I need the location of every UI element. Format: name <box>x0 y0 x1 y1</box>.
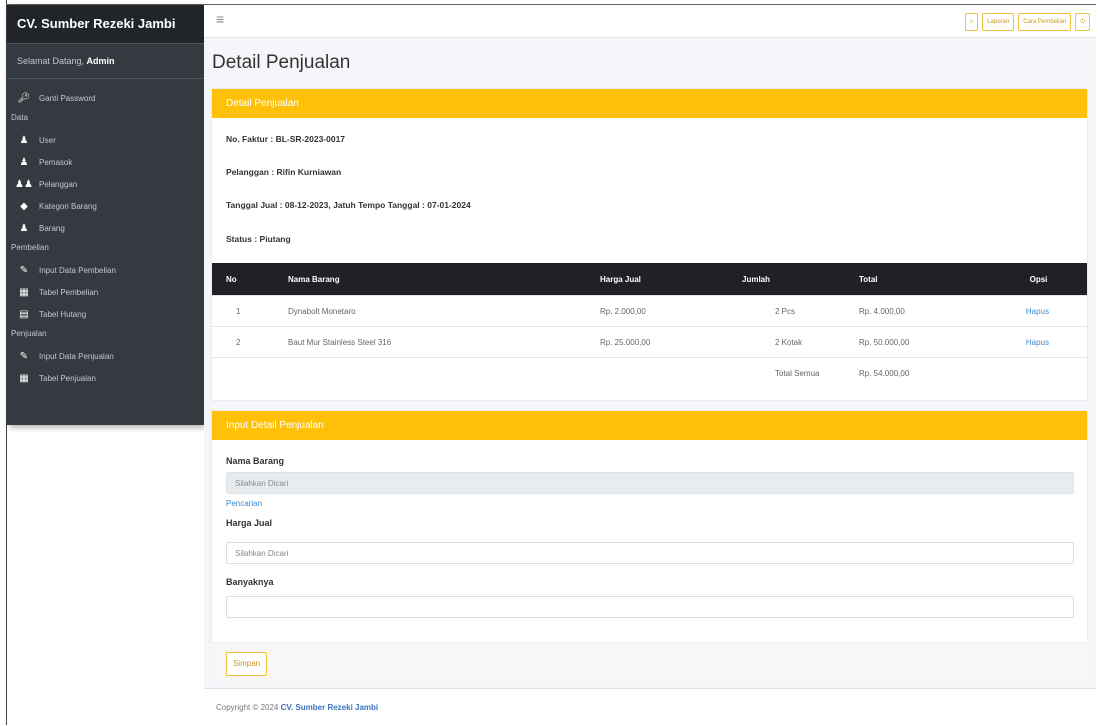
col-nama-barang: Nama Barang <box>287 263 599 296</box>
home-button[interactable]: ⌂ <box>964 13 979 31</box>
sidebar-item-label: Input Data Pembelian <box>39 265 116 275</box>
sidebar-item-label: Kategori Barang <box>39 201 97 211</box>
hapus-link[interactable]: Hapus <box>1026 338 1049 347</box>
welcome-prefix: Selamat Datang, <box>17 56 87 66</box>
pen-icon: ✎ <box>19 350 29 362</box>
table-row: 1 Dynabolt Monetaro Rp. 2.000,00 2 Pcs R… <box>212 295 1087 327</box>
sidebar-item-tabel-penjualan[interactable]: ▦ Tabel Penjualan <box>7 367 204 389</box>
col-no: No <box>212 263 287 296</box>
tag-icon: ◆ <box>20 200 28 212</box>
sidebar-item-kategori-barang[interactable]: ◆ Kategori Barang <box>7 195 204 217</box>
nama-barang-label: Nama Barang <box>226 456 285 466</box>
save-button[interactable]: Simpan <box>226 652 268 676</box>
banyaknya-label: Banyaknya <box>226 577 274 587</box>
page-title: Detail Penjualan <box>212 52 351 73</box>
table-total-row: Total Semua Rp. 54.000,00 <box>212 357 1087 388</box>
copyright-prefix: Copyright © 2024 <box>216 703 281 712</box>
sidebar-item-input-penjualan[interactable]: ✎ Input Data Penjualan <box>7 345 204 367</box>
total-value: Rp. 54.000,00 <box>858 357 990 388</box>
detail-card: Detail Penjualan No. Faktur : BL-SR-2023… <box>212 89 1087 400</box>
welcome-text: Selamat Datang, Admin <box>7 44 204 79</box>
laporan-button[interactable]: Laporan <box>982 13 1015 31</box>
sidebar-item-barang[interactable]: ♟ Barang <box>7 217 204 239</box>
sidebar-item-label: Tabel Penjualan <box>39 373 96 383</box>
users-icon: ♟ <box>19 222 29 234</box>
input-card: Input Detail Penjualan Nama Barang Silah… <box>212 411 1087 642</box>
sidebar-item-user[interactable]: ♟ User <box>7 129 204 151</box>
table-header-row: No Nama Barang Harga Jual Jumlah Total O… <box>212 263 1087 296</box>
sidebar-item-pemasok[interactable]: ♟ Pemasok <box>7 151 204 173</box>
cell-nama: Baut Mur Stainless Steel 316 <box>287 326 599 358</box>
cell-nama: Dynabolt Monetaro <box>287 295 599 327</box>
page-footer: Copyright © 2024 CV. Sumber Rezeki Jambi <box>204 688 1096 726</box>
sidebar-heading-pembelian: Pembelian <box>11 243 49 252</box>
sidebar-item-label: Pelanggan <box>39 179 78 189</box>
menu-icon[interactable]: ≡ <box>216 11 224 27</box>
table-icon: ▦ <box>19 286 29 298</box>
sidebar-heading-penjualan: Penjualan <box>11 329 47 338</box>
logout-button[interactable]: ⏻ <box>1075 13 1090 31</box>
harga-jual-label: Harga Jual <box>226 518 273 528</box>
cell-jumlah: 2 Kotak <box>741 326 858 358</box>
sidebar-item-pelanggan[interactable]: ♟♟ Pelanggan <box>7 173 204 195</box>
user-icon: ♟ <box>19 156 29 168</box>
hapus-link[interactable]: Hapus <box>1026 307 1049 316</box>
home-icon: ⌂ <box>969 19 974 25</box>
sidebar-item-label: Ganti Password <box>39 93 96 103</box>
key-icon: 🔑︎ <box>17 92 31 104</box>
table-row: 2 Baut Mur Stainless Steel 316 Rp. 25.00… <box>212 326 1087 358</box>
sidebar-item-label: User <box>39 135 56 145</box>
cell-jumlah: 2 Pcs <box>741 295 858 327</box>
nama-barang-field[interactable]: Silahkan Dicari <box>226 472 1074 494</box>
cell-harga: Rp. 25.000,00 <box>599 326 741 358</box>
brand-title[interactable]: CV. Sumber Rezeki Jambi <box>7 5 204 44</box>
copyright-company[interactable]: CV. Sumber Rezeki Jambi <box>281 703 379 712</box>
users-icon: ♟ <box>19 134 29 146</box>
users-icon: ♟♟ <box>15 178 33 190</box>
cell-no: 1 <box>212 295 287 327</box>
copyright-text: Copyright © 2024 CV. Sumber Rezeki Jambi <box>216 703 378 712</box>
sidebar-item-label: Barang <box>39 223 65 233</box>
pencarian-link[interactable]: Pencarian <box>226 499 262 508</box>
status: Status : Piutang <box>226 234 291 244</box>
cell-harga: Rp. 2.000,00 <box>599 295 741 327</box>
sidebar-menu: 🔑︎ Ganti Password Data ♟ User ♟ Pemasok … <box>7 79 204 389</box>
sidebar-item-label: Pemasok <box>39 157 73 167</box>
detail-card-header: Detail Penjualan <box>212 89 1087 118</box>
top-navbar: ≡ ⌂ Laporan Cara Pembelian ⏻ <box>204 5 1096 38</box>
pen-icon: ✎ <box>19 264 29 276</box>
input-card-header: Input Detail Penjualan <box>212 411 1087 440</box>
no-faktur: No. Faktur : BL-SR-2023-0017 <box>226 134 346 144</box>
sidebar-item-ganti-password[interactable]: 🔑︎ Ganti Password <box>7 87 204 109</box>
sidebar-heading-data: Data <box>11 113 28 122</box>
sidebar: CV. Sumber Rezeki Jambi Selamat Datang, … <box>7 5 204 425</box>
col-opsi: Opsi <box>990 263 1087 296</box>
cell-total: Rp. 4.000,00 <box>858 295 990 327</box>
sidebar-item-label: Tabel Hutang <box>39 309 87 319</box>
table-icon: ▤ <box>19 308 29 320</box>
harga-jual-field[interactable]: Silahkan Dicari <box>226 542 1074 564</box>
sidebar-item-input-pembelian[interactable]: ✎ Input Data Pembelian <box>7 259 204 281</box>
sidebar-item-tabel-pembelian[interactable]: ▦ Tabel Pembelian <box>7 281 204 303</box>
sidebar-item-label: Tabel Pembelian <box>39 287 99 297</box>
pelanggan: Pelanggan : Rifin Kurniawan <box>226 167 342 177</box>
tanggal-jual: Tanggal Jual : 08-12-2023, Jatuh Tempo T… <box>226 200 471 210</box>
navbar-buttons: ⌂ Laporan Cara Pembelian ⏻ <box>964 13 1090 31</box>
welcome-user: Admin <box>86 56 115 66</box>
main-content: Detail Penjualan Detail Penjualan No. Fa… <box>204 38 1096 726</box>
table-icon: ▦ <box>19 372 29 384</box>
total-label: Total Semua <box>741 357 858 388</box>
input-card-footer: Simpan <box>212 642 1087 683</box>
sidebar-item-label: Input Data Penjualan <box>39 351 114 361</box>
col-harga-jual: Harga Jual <box>599 263 741 296</box>
banyaknya-field[interactable] <box>226 596 1074 618</box>
cell-no: 2 <box>212 326 287 358</box>
cara-pembelian-button[interactable]: Cara Pembelian <box>1018 13 1072 31</box>
sidebar-item-tabel-hutang[interactable]: ▤ Tabel Hutang <box>7 303 204 325</box>
cell-total: Rp. 50.000,00 <box>858 326 990 358</box>
items-table: No Nama Barang Harga Jual Jumlah Total O… <box>212 263 1087 388</box>
col-jumlah: Jumlah <box>741 263 858 296</box>
power-icon: ⏻ <box>1080 19 1085 25</box>
col-total: Total <box>858 263 990 296</box>
